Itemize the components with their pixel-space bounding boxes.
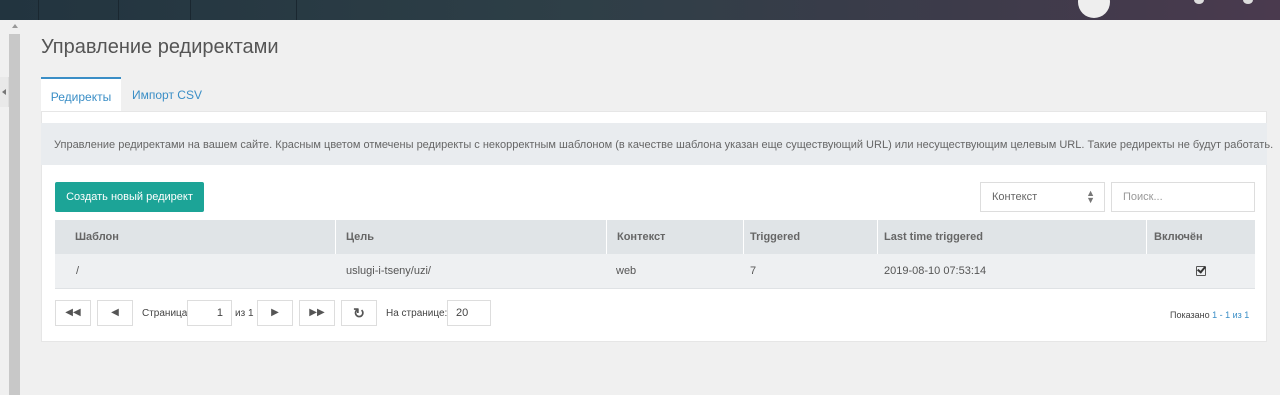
page-count-label: из 1 xyxy=(235,308,254,319)
nav-item-packages[interactable] xyxy=(118,0,191,20)
user-avatar[interactable] xyxy=(1078,0,1110,18)
tab-redirects[interactable]: Редиректы xyxy=(41,77,121,111)
first-page-button[interactable]: ◀◀ xyxy=(55,300,91,326)
page-number-input[interactable] xyxy=(187,300,232,326)
description-text: Управление редиректами на вашем сайте. К… xyxy=(54,139,1274,151)
column-header-context[interactable]: Контекст xyxy=(607,220,744,254)
description-box: Управление редиректами на вашем сайте. К… xyxy=(41,123,1273,165)
column-header-target[interactable]: Цель xyxy=(336,220,607,254)
next-page-button[interactable]: ▶ xyxy=(257,300,293,326)
last-page-button[interactable]: ▶▶ xyxy=(299,300,335,326)
cell-context: web xyxy=(616,265,637,277)
page-title: Управление редиректами xyxy=(41,36,279,58)
per-page-input[interactable] xyxy=(447,300,491,326)
tab-import-csv[interactable]: Импорт CSV xyxy=(132,77,212,111)
context-select-value: Контекст xyxy=(992,191,1038,203)
cell-target: uslugi-i-tseny/uzi/ xyxy=(346,265,431,277)
nav-item-home[interactable] xyxy=(0,0,39,20)
search-input[interactable] xyxy=(1111,182,1255,212)
nav-item-media[interactable] xyxy=(38,0,119,20)
cell-triggered: 7 xyxy=(750,265,757,277)
shown-summary: Показано 1 - 1 из 1 xyxy=(1170,310,1249,320)
prev-page-button[interactable]: ◀ xyxy=(97,300,133,326)
enabled-checkbox[interactable] xyxy=(1196,266,1206,276)
table-header: Шаблон Цель Контекст Triggered Last time… xyxy=(55,220,1255,254)
sort-arrows-icon: ▲ ▼ xyxy=(1086,188,1095,205)
help-icon[interactable] xyxy=(1243,0,1253,4)
nav-item-manage[interactable] xyxy=(190,0,297,20)
shown-range: 1 - 1 из 1 xyxy=(1212,310,1250,320)
sidebar-collapse-toggle[interactable] xyxy=(0,77,9,107)
column-header-pattern[interactable]: Шаблон xyxy=(55,220,336,254)
chevron-left-icon xyxy=(2,89,6,95)
table-row[interactable]: / uslugi-i-tseny/uzi/ web 7 2019-08-10 0… xyxy=(55,254,1255,289)
create-redirect-button[interactable]: Создать новый редирект xyxy=(55,182,204,212)
gear-icon[interactable] xyxy=(1194,0,1204,4)
scrollbar[interactable] xyxy=(9,34,20,395)
page-label: Страница xyxy=(142,308,188,319)
per-page-label: На странице: xyxy=(386,308,448,319)
user-name[interactable] xyxy=(1118,0,1156,2)
scroll-up-arrow-icon[interactable] xyxy=(12,24,18,28)
cell-pattern: / xyxy=(76,265,80,277)
refresh-icon[interactable]: ↻ xyxy=(341,300,377,326)
top-navbar xyxy=(0,0,1280,20)
left-rail xyxy=(0,20,22,395)
column-header-triggered[interactable]: Triggered xyxy=(744,220,878,254)
context-select[interactable]: Контекст ▲ ▼ xyxy=(980,182,1105,212)
shown-prefix: Показано xyxy=(1170,310,1213,320)
column-header-last-triggered[interactable]: Last time triggered xyxy=(878,220,1147,254)
column-header-enabled[interactable]: Включён xyxy=(1147,220,1255,254)
cell-last-triggered: 2019-08-10 07:53:14 xyxy=(884,265,987,277)
